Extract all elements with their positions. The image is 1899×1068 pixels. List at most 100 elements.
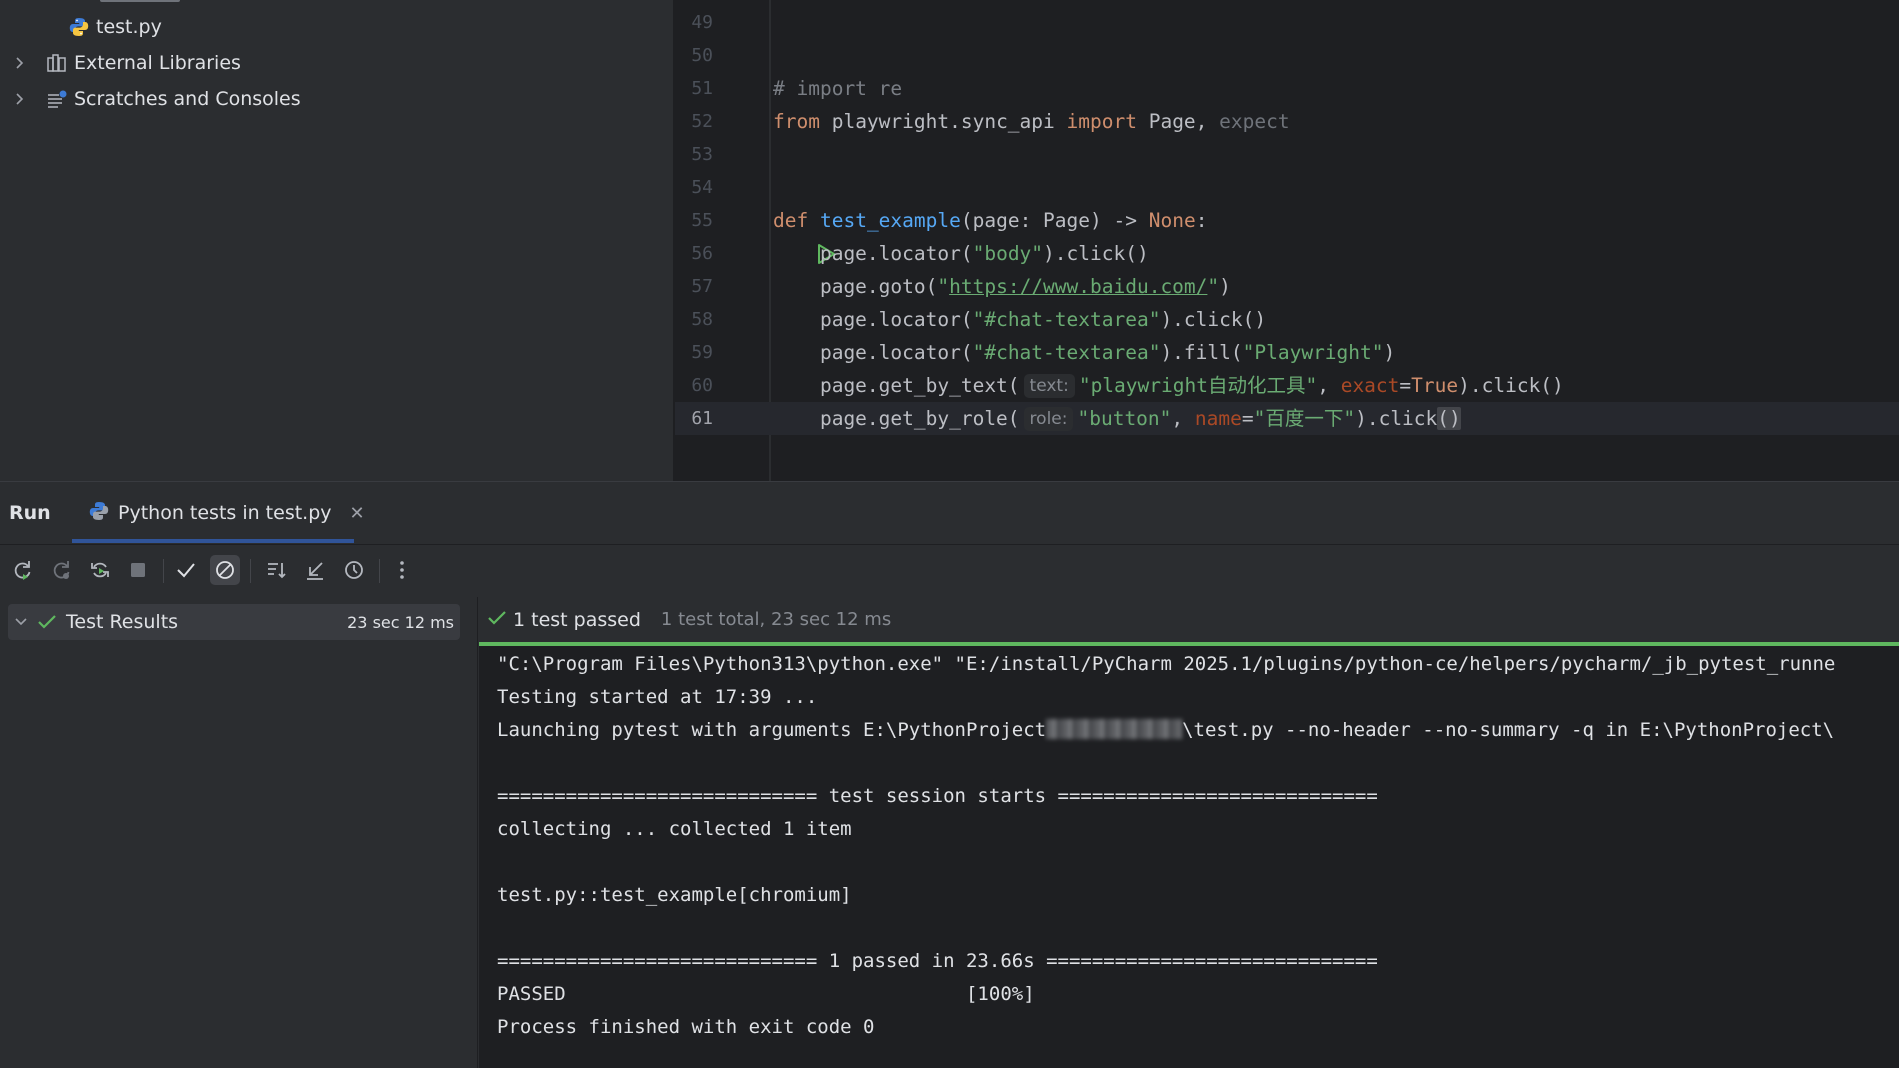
console-line: collecting ... collected 1 item bbox=[497, 818, 852, 840]
parameter-hint: text: bbox=[1023, 374, 1075, 398]
tab-python-tests[interactable]: Python tests in test.py ✕ bbox=[72, 482, 365, 544]
line-number: 51 bbox=[691, 78, 713, 99]
code-line: 56 page.locator("body").click() bbox=[675, 237, 1899, 270]
collapse-all-icon[interactable] bbox=[300, 555, 330, 585]
toolbar-separator bbox=[379, 559, 380, 583]
code-token: , bbox=[1317, 374, 1341, 397]
code-string: "Playwright" bbox=[1242, 341, 1384, 364]
line-number: 54 bbox=[691, 177, 713, 198]
code-token: def bbox=[773, 209, 809, 232]
chevron-right-icon[interactable] bbox=[10, 89, 30, 109]
code-string: "button" bbox=[1077, 407, 1172, 430]
code-token-matched-parens: () bbox=[1437, 407, 1461, 430]
line-number: 61 bbox=[691, 408, 713, 429]
chevron-right-icon[interactable] bbox=[10, 53, 30, 73]
project-tree-panel: test.py External Libraries Scratches and… bbox=[0, 0, 674, 481]
test-results-time: 23 sec 12 ms bbox=[347, 612, 454, 632]
code-token: from bbox=[773, 110, 820, 133]
rerun-failed-icon[interactable] bbox=[46, 555, 76, 585]
chevron-down-icon[interactable] bbox=[8, 616, 34, 628]
console-line: Process finished with exit code 0 bbox=[497, 1016, 875, 1038]
code-token: ).click() bbox=[1043, 242, 1149, 265]
code-token: ).click() bbox=[1458, 374, 1564, 397]
passed-check-icon bbox=[487, 609, 507, 631]
tree-item-scratches[interactable]: Scratches and Consoles bbox=[10, 81, 301, 117]
tree-item-label: Scratches and Consoles bbox=[74, 88, 301, 110]
rerun-icon[interactable] bbox=[7, 555, 37, 585]
code-string: "#chat-textarea" bbox=[972, 341, 1161, 364]
code-token: import bbox=[1066, 110, 1137, 133]
code-token: page.get_by_text( bbox=[773, 374, 1020, 397]
run-test-gutter-icon[interactable] bbox=[721, 209, 835, 264]
code-token: page.get_by_role( bbox=[773, 407, 1020, 430]
code-token: page.locator( bbox=[773, 242, 973, 265]
code-comment: # import re bbox=[773, 77, 903, 100]
status-total: 1 test total, 23 sec 12 ms bbox=[660, 609, 892, 630]
code-line: 54 bbox=[675, 171, 1899, 204]
line-number: 49 bbox=[691, 12, 713, 33]
code-url-link[interactable]: https://www.baidu.com/ bbox=[949, 275, 1207, 298]
code-string: "playwright自动化工具" bbox=[1078, 374, 1318, 397]
console-line: Testing started at 17:39 ... bbox=[497, 686, 818, 708]
stop-icon[interactable] bbox=[123, 555, 153, 585]
code-editor[interactable]: 49 50 51 # import re 52 from playwright.sy… bbox=[675, 0, 1899, 481]
run-tool-window: Run Python tests in test.py ✕ Test Resul… bbox=[0, 481, 1899, 1068]
code-token: ).click() bbox=[1160, 308, 1267, 331]
console-line: PASSED [100%] bbox=[497, 983, 1035, 1005]
code-token: ).fill( bbox=[1160, 341, 1243, 364]
code-line: 59 page.locator("#chat-textarea").fill("… bbox=[675, 336, 1899, 369]
test-progress-fill bbox=[479, 642, 1899, 646]
show-ignored-icon[interactable] bbox=[210, 555, 240, 585]
active-tab-indicator bbox=[72, 539, 354, 543]
test-results-root[interactable]: Test Results 23 sec 12 ms bbox=[8, 604, 460, 640]
scratches-icon bbox=[44, 86, 70, 112]
library-icon bbox=[44, 50, 70, 76]
passed-check-icon bbox=[34, 613, 60, 631]
tree-item-test-py[interactable]: test.py bbox=[66, 9, 162, 45]
status-passed: 1 test passed bbox=[513, 608, 641, 631]
code-token: ) bbox=[1383, 341, 1396, 364]
code-line-current: 61 page.get_by_role(role: "button", name=… bbox=[675, 402, 1899, 435]
console-line: Launching pytest with arguments E:\Pytho… bbox=[497, 714, 1834, 747]
code-string: " bbox=[1207, 275, 1220, 298]
test-results-label: Test Results bbox=[66, 611, 179, 633]
sort-icon[interactable] bbox=[262, 555, 292, 585]
more-options-icon[interactable] bbox=[387, 555, 417, 585]
code-token: (page: Page) -> bbox=[960, 209, 1149, 232]
python-tests-icon bbox=[88, 500, 110, 526]
code-token: ) bbox=[1219, 275, 1231, 298]
code-param: name bbox=[1194, 407, 1242, 430]
code-line: 49 bbox=[675, 6, 1899, 39]
tree-item-label: test.py bbox=[96, 16, 162, 38]
code-token: : bbox=[1195, 209, 1208, 232]
python-file-icon bbox=[66, 14, 92, 40]
toggle-auto-test-icon[interactable] bbox=[85, 555, 115, 585]
close-icon[interactable]: ✕ bbox=[350, 503, 365, 524]
console-line: ============================ test sessio… bbox=[497, 785, 1378, 807]
code-token: True bbox=[1411, 374, 1459, 397]
code-string: "#chat-textarea" bbox=[972, 308, 1161, 331]
clipped-row-fragment bbox=[100, 0, 220, 2]
code-param: exact bbox=[1340, 374, 1400, 397]
console-output[interactable]: 1 test passed 1 test total, 23 sec 12 ms… bbox=[479, 597, 1899, 1068]
run-title: Run bbox=[9, 502, 51, 524]
tab-label: Python tests in test.py bbox=[118, 502, 332, 524]
test-history-icon[interactable] bbox=[339, 555, 369, 585]
code-line: 58 page.locator("#chat-textarea").click(… bbox=[675, 303, 1899, 336]
line-number: 56 bbox=[691, 243, 713, 264]
code-line: 60 page.get_by_text(text: "playwright自动化工… bbox=[675, 369, 1899, 402]
code-string: "百度一下" bbox=[1253, 407, 1356, 430]
tree-item-label: External Libraries bbox=[74, 52, 241, 74]
test-progress-bar bbox=[479, 642, 1899, 646]
tree-item-external-libraries[interactable]: External Libraries bbox=[10, 45, 241, 81]
line-number: 58 bbox=[691, 309, 713, 330]
console-text: Launching pytest with arguments E:\Pytho… bbox=[497, 719, 1047, 741]
show-passed-icon[interactable] bbox=[171, 555, 201, 585]
code-token: page.goto( bbox=[773, 275, 938, 298]
console-text: \test.py --no-header --no-summary -q in … bbox=[1182, 719, 1835, 741]
code-token: None bbox=[1148, 209, 1196, 232]
toolbar-separator bbox=[163, 559, 164, 583]
code-token: ).click bbox=[1355, 407, 1438, 430]
redacted-text bbox=[1046, 719, 1183, 739]
line-number: 50 bbox=[691, 45, 713, 66]
